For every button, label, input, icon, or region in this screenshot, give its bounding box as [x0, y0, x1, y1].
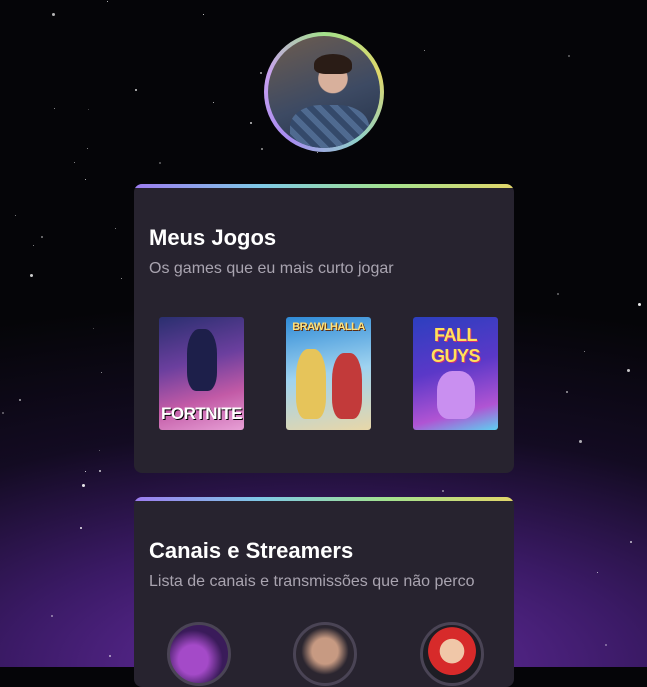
game-cover-label: FORTNITE — [161, 404, 243, 423]
star — [317, 152, 318, 153]
star — [568, 55, 570, 57]
star — [99, 470, 101, 472]
star — [109, 655, 111, 657]
game-cover-fall-guys[interactable]: FALL GUYS — [413, 317, 498, 430]
game-cover-fortnite[interactable]: FORTNITE — [159, 317, 244, 430]
streamer-avatar-2[interactable] — [293, 622, 357, 686]
star — [41, 236, 43, 238]
games-card-subtitle: Os games que eu mais curto jogar — [149, 260, 394, 277]
star — [52, 13, 55, 16]
star — [424, 50, 425, 51]
star — [99, 450, 100, 451]
star — [627, 369, 630, 372]
star — [261, 148, 263, 150]
profile-photo — [268, 36, 380, 148]
star — [33, 245, 34, 246]
star — [93, 328, 94, 329]
star — [442, 490, 444, 492]
streamer-avatar-1[interactable] — [167, 622, 231, 686]
star — [85, 179, 86, 180]
star — [74, 162, 75, 163]
star — [213, 102, 214, 103]
star — [2, 412, 4, 414]
star — [630, 541, 632, 543]
star — [107, 1, 108, 2]
star — [19, 399, 21, 401]
star — [82, 484, 85, 487]
games-list: FORTNITE BRAWLHALLA FALL GUYS — [159, 317, 498, 430]
star — [566, 391, 568, 393]
star — [260, 72, 262, 74]
star — [579, 440, 582, 443]
star — [638, 303, 641, 306]
star — [30, 274, 33, 277]
star — [203, 14, 204, 15]
star — [115, 228, 116, 229]
streamers-list — [167, 622, 497, 687]
star — [557, 293, 559, 295]
star — [87, 148, 88, 149]
channels-card: Canais e Streamers Lista de canais e tra… — [134, 497, 514, 687]
star — [605, 644, 607, 646]
star — [88, 109, 89, 110]
star — [54, 108, 55, 109]
game-cover-label: BRAWLHALLA — [292, 321, 365, 333]
star — [250, 122, 252, 124]
star — [85, 471, 86, 472]
star — [597, 572, 598, 573]
star — [135, 89, 137, 91]
star — [121, 278, 122, 279]
profile-avatar — [264, 32, 384, 152]
star — [15, 215, 16, 216]
star — [584, 351, 585, 352]
game-cover-brawlhalla[interactable]: BRAWLHALLA — [286, 317, 371, 430]
channels-card-title: Canais e Streamers — [149, 538, 354, 563]
star — [101, 372, 102, 373]
games-card-title: Meus Jogos — [149, 225, 277, 250]
star — [80, 527, 82, 529]
streamer-avatar-3[interactable] — [420, 622, 484, 686]
channels-card-subtitle: Lista de canais e transmissões que não p… — [149, 573, 475, 590]
star — [51, 615, 53, 617]
games-card: Meus Jogos Os games que eu mais curto jo… — [134, 184, 514, 473]
star — [159, 162, 161, 164]
game-cover-label: FALL GUYS — [430, 325, 481, 366]
